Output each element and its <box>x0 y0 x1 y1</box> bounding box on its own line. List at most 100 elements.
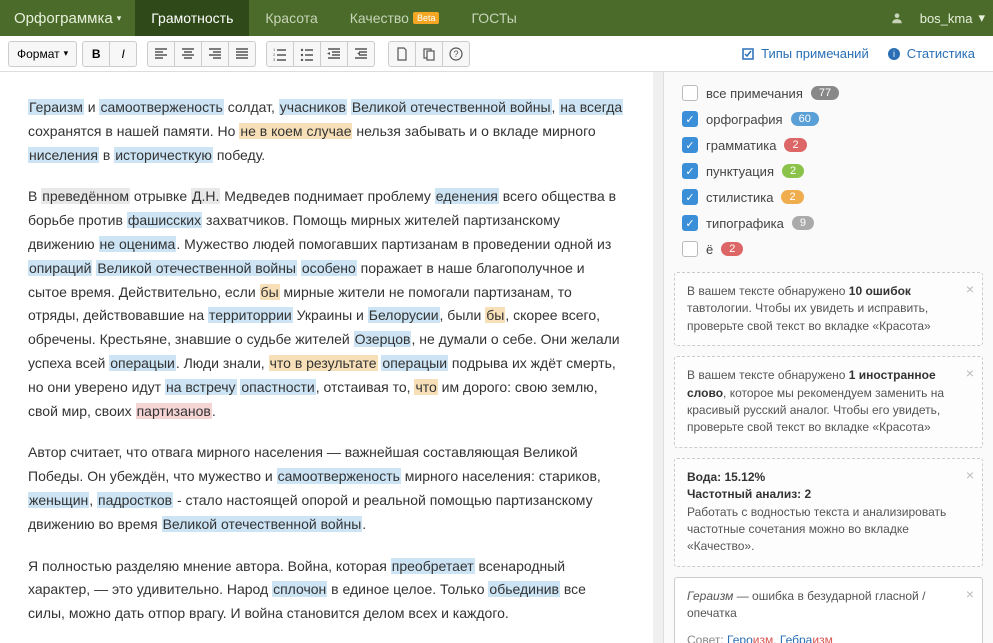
nav-tab-Грамотность[interactable]: Грамотность <box>135 0 249 36</box>
filter-label: типографика <box>706 216 784 231</box>
caret-down-icon: ▾ <box>64 48 69 59</box>
list-ordered-button[interactable]: 123 <box>266 41 294 67</box>
highlighted-word[interactable]: опастности <box>240 379 315 395</box>
highlighted-word[interactable]: партизанов <box>136 403 212 419</box>
note-types-link[interactable]: Типы примечаний <box>741 46 869 61</box>
align-justify-button[interactable] <box>228 41 256 67</box>
filter-checkbox[interactable] <box>682 111 698 127</box>
nav-tab-ГОСТы[interactable]: ГОСТы <box>455 0 532 36</box>
highlighted-word[interactable]: самоотверженость <box>99 99 223 115</box>
highlighted-word[interactable]: не оценима <box>99 236 177 252</box>
highlighted-word[interactable]: Д.Н. <box>191 188 220 204</box>
italic-button[interactable]: I <box>109 41 137 67</box>
new-doc-button[interactable] <box>388 41 416 67</box>
highlighted-word[interactable]: не в коем случае <box>239 123 352 139</box>
filter-checkbox[interactable] <box>682 163 698 179</box>
highlighted-word[interactable]: еденения <box>435 188 499 204</box>
close-icon[interactable]: × <box>966 465 974 485</box>
highlighted-word[interactable]: территоррии <box>208 307 293 323</box>
highlighted-word[interactable]: падростков <box>97 492 173 508</box>
filter-row: ё2 <box>672 236 985 262</box>
highlighted-word[interactable]: Озерцов <box>354 331 412 347</box>
stats-link[interactable]: i Статистика <box>887 46 975 61</box>
sidebar: все примечания77орфография60грамматика2п… <box>663 72 993 643</box>
highlighted-word[interactable]: на всегда <box>559 99 623 115</box>
filter-row: все примечания77 <box>672 80 985 106</box>
highlighted-word[interactable]: Великой отечественной войны <box>96 260 297 276</box>
editor-scrollbar[interactable] <box>653 72 663 643</box>
outdent-button[interactable] <box>320 41 348 67</box>
align-right-button[interactable] <box>201 41 229 67</box>
highlighted-word[interactable]: операцыи <box>381 355 448 371</box>
check-icon <box>741 47 755 61</box>
highlighted-word[interactable]: ниселения <box>28 147 99 163</box>
paragraph: Я полностью разделяю мнение автора. Войн… <box>28 555 625 626</box>
highlighted-word[interactable]: обьединив <box>488 581 560 597</box>
list-bullet-button[interactable] <box>293 41 321 67</box>
suggestion-link[interactable]: Гебраизм <box>780 633 833 643</box>
highlighted-word[interactable]: историчесткую <box>114 147 213 163</box>
nav-tab-Качество[interactable]: КачествоBeta <box>334 0 456 36</box>
highlighted-word[interactable]: бы <box>260 284 280 300</box>
filter-label: орфография <box>706 112 783 127</box>
close-icon[interactable]: × <box>966 584 974 604</box>
note-card[interactable]: ×В вашем тексте обнаружено 10 ошибок тав… <box>674 272 983 346</box>
highlighted-word[interactable]: Великой отечественной войны <box>351 99 552 115</box>
svg-text:i: i <box>893 49 895 59</box>
highlighted-word[interactable]: женьщин <box>28 492 89 508</box>
close-icon[interactable]: × <box>966 279 974 299</box>
bold-button[interactable]: B <box>82 41 110 67</box>
close-icon[interactable]: × <box>966 363 974 383</box>
filter-count-badge: 2 <box>781 190 803 204</box>
username-label: bos_kma <box>920 11 973 26</box>
caret-down-icon: ▾ <box>978 10 985 26</box>
highlighted-word[interactable]: операцыи <box>109 355 176 371</box>
user-menu[interactable]: bos_kma ▾ <box>920 10 993 26</box>
align-center-button[interactable] <box>174 41 202 67</box>
advice-card[interactable]: × Гераизм — ошибка в безударной гласной … <box>674 577 983 643</box>
highlighted-word[interactable]: учасников <box>279 99 347 115</box>
suggestion-link[interactable]: Героизм <box>727 633 773 643</box>
filter-count-badge: 2 <box>784 138 806 152</box>
svg-text:?: ? <box>454 49 459 59</box>
editor-area[interactable]: Гераизм и самоотверженость солдат, учасн… <box>0 72 653 643</box>
highlighted-word[interactable]: что <box>414 379 437 395</box>
highlighted-word[interactable]: Белорусии <box>368 307 440 323</box>
indent-button[interactable] <box>347 41 375 67</box>
note-card[interactable]: ×В вашем тексте обнаружено 1 иностранное… <box>674 356 983 448</box>
highlighted-word[interactable]: Гераизм <box>28 99 84 115</box>
highlighted-word[interactable]: на встречу <box>165 379 237 395</box>
filter-checkbox[interactable] <box>682 241 698 257</box>
svg-text:3: 3 <box>273 57 276 61</box>
highlighted-word[interactable]: фашисских <box>127 212 202 228</box>
align-left-button[interactable] <box>147 41 175 67</box>
filter-label: все примечания <box>706 86 803 101</box>
filter-row: стилистика2 <box>672 184 985 210</box>
highlighted-word[interactable]: сплочон <box>272 581 327 597</box>
highlighted-word[interactable]: преобретает <box>391 558 475 574</box>
format-dropdown[interactable]: Формат ▾ <box>8 41 77 67</box>
highlighted-word[interactable]: опираций <box>28 260 92 276</box>
filter-row: грамматика2 <box>672 132 985 158</box>
filter-checkbox[interactable] <box>682 189 698 205</box>
filter-checkbox[interactable] <box>682 85 698 101</box>
filter-label: ё <box>706 242 713 257</box>
highlighted-word[interactable]: самоотверженость <box>277 468 401 484</box>
highlighted-word[interactable]: что в результате <box>269 355 378 371</box>
brand-menu[interactable]: Орфограммка ▾ <box>0 10 135 27</box>
highlighted-word[interactable]: бы <box>485 307 505 323</box>
highlighted-word[interactable]: особено <box>301 260 357 276</box>
highlighted-word[interactable]: Великой отечественной войны <box>162 516 363 532</box>
highlighted-word[interactable]: преведённом <box>41 188 130 204</box>
filter-count-badge: 60 <box>791 112 819 126</box>
copy-button[interactable] <box>415 41 443 67</box>
filter-row: орфография 60 <box>672 106 985 132</box>
help-button[interactable]: ? <box>442 41 470 67</box>
info-icon: i <box>887 47 901 61</box>
advice-word: Гераизм <box>687 589 733 603</box>
filter-checkbox[interactable] <box>682 215 698 231</box>
note-card[interactable]: ×Вода: 15.12%Частотный анализ: 2Работать… <box>674 458 983 567</box>
filter-checkbox[interactable] <box>682 137 698 153</box>
nav-tab-Красота[interactable]: Красота <box>249 0 333 36</box>
paragraph: Автор считает, что отвага мирного населе… <box>28 441 625 536</box>
